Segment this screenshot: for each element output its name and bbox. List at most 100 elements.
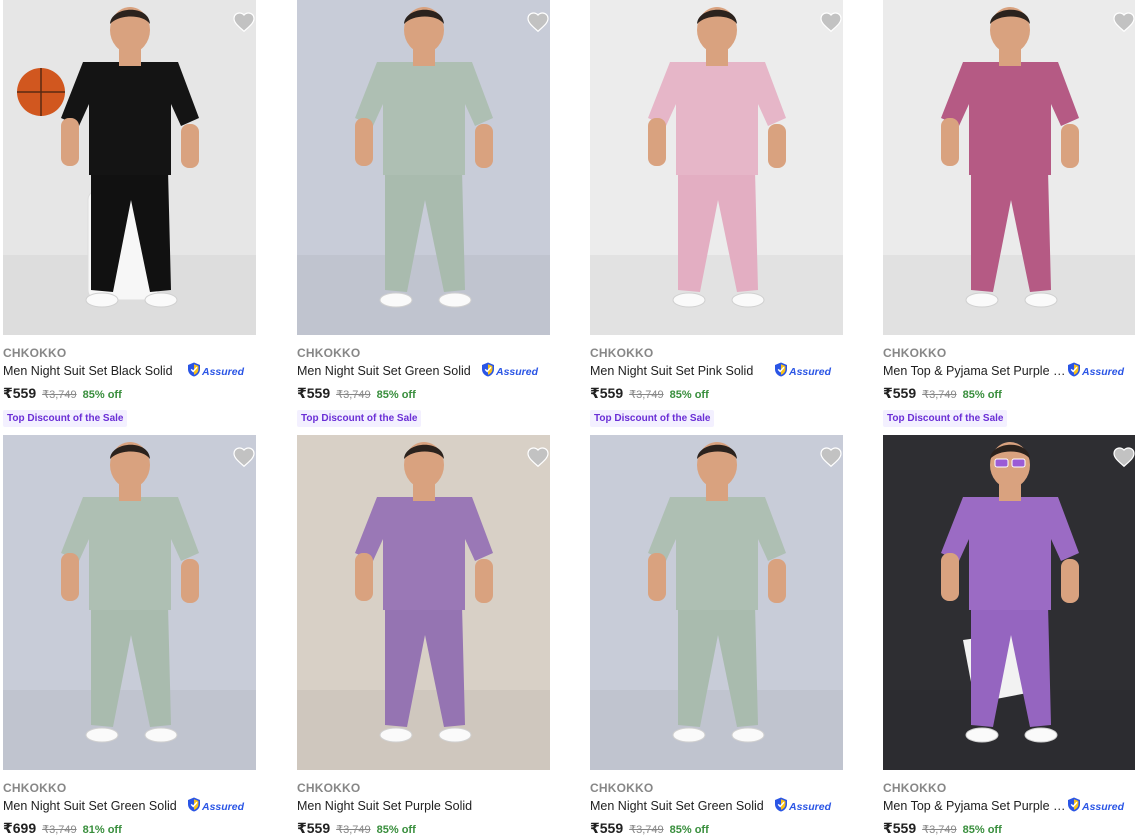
product-card[interactable]: CHKOKKO Men Night Suit Set Pink Solid Assu… <box>590 0 843 427</box>
title-row: Men Night Suit Set Green Solid Assured <box>3 797 256 817</box>
shield-icon <box>1067 797 1081 817</box>
assured-label: Assured <box>1081 800 1124 813</box>
shield-icon <box>774 362 788 382</box>
original-price: ₹3,749 <box>922 389 957 401</box>
shield-icon <box>481 362 495 382</box>
product-image[interactable] <box>297 0 550 335</box>
product-brand: CHKOKKO <box>590 346 654 360</box>
shield-icon <box>1067 362 1081 382</box>
shield-icon <box>774 797 788 817</box>
product-card[interactable]: CHKOKKO Men Top & Pyjama Set Purple So...… <box>883 0 1135 427</box>
discount-percent: 85% off <box>376 824 416 836</box>
original-price: ₹3,749 <box>922 824 957 836</box>
original-price: ₹3,749 <box>629 389 664 401</box>
shield-icon <box>187 797 201 817</box>
price-row: ₹559 ₹3,749 85% off <box>590 820 843 836</box>
discount-percent: 85% off <box>962 389 1002 401</box>
original-price: ₹3,749 <box>42 389 77 401</box>
sale-badge: Top Discount of the Sale <box>590 410 715 427</box>
discount-percent: 81% off <box>82 824 122 836</box>
wishlist-heart-icon[interactable] <box>526 445 550 469</box>
selling-price: ₹559 <box>883 820 917 836</box>
product-image[interactable] <box>3 0 256 335</box>
assured-badge: Assured <box>187 362 244 382</box>
wishlist-heart-icon[interactable] <box>819 445 843 469</box>
discount-percent: 85% off <box>962 824 1002 836</box>
discount-percent: 85% off <box>376 389 416 401</box>
discount-percent: 85% off <box>82 389 122 401</box>
product-title[interactable]: Men Top & Pyjama Set Purple So... <box>883 798 1067 815</box>
product-brand: CHKOKKO <box>297 346 361 360</box>
assured-label: Assured <box>495 365 538 378</box>
discount-percent: 85% off <box>669 824 709 836</box>
wishlist-heart-icon[interactable] <box>526 10 550 34</box>
assured-label: Assured <box>201 365 244 378</box>
product-brand: CHKOKKO <box>883 346 947 360</box>
product-card[interactable]: CHKOKKO Men Night Suit Set Green Solid Ass… <box>3 435 256 836</box>
wishlist-heart-icon[interactable] <box>232 445 256 469</box>
product-image[interactable] <box>3 435 256 770</box>
price-row: ₹559 ₹3,749 85% off <box>883 385 1135 401</box>
original-price: ₹3,749 <box>336 389 371 401</box>
assured-badge: Assured <box>481 362 538 382</box>
sale-badge: Top Discount of the Sale <box>883 410 1008 427</box>
product-title[interactable]: Men Night Suit Set Green Solid <box>3 798 177 815</box>
price-row: ₹559 ₹3,749 85% off <box>297 385 550 401</box>
selling-price: ₹559 <box>883 385 917 401</box>
product-title[interactable]: Men Night Suit Set Black Solid <box>3 363 173 380</box>
assured-badge: Assured <box>774 362 831 382</box>
sale-badge: Top Discount of the Sale <box>297 410 422 427</box>
product-brand: CHKOKKO <box>590 781 654 795</box>
product-card[interactable]: CHKOKKO Men Night Suit Set Green Solid Ass… <box>297 0 550 427</box>
wishlist-heart-icon[interactable] <box>1112 10 1135 34</box>
product-image[interactable] <box>590 435 843 770</box>
assured-badge: Assured <box>187 797 244 817</box>
product-brand: CHKOKKO <box>3 781 67 795</box>
wishlist-heart-icon[interactable] <box>819 10 843 34</box>
product-image[interactable] <box>297 435 550 770</box>
product-title[interactable]: Men Night Suit Set Purple Solid <box>297 798 472 815</box>
selling-price: ₹559 <box>297 385 331 401</box>
product-image[interactable] <box>590 0 843 335</box>
price-row: ₹559 ₹3,749 85% off <box>297 820 550 836</box>
original-price: ₹3,749 <box>336 824 371 836</box>
assured-label: Assured <box>788 365 831 378</box>
title-row: Men Night Suit Set Green Solid Assured <box>590 797 843 817</box>
product-title[interactable]: Men Night Suit Set Green Solid <box>590 798 764 815</box>
wishlist-heart-icon[interactable] <box>232 10 256 34</box>
product-image[interactable] <box>883 435 1135 770</box>
price-row: ₹559 ₹3,749 85% off <box>3 385 256 401</box>
assured-badge: Assured <box>1067 797 1124 817</box>
title-row: Men Night Suit Set Green Solid Assured <box>297 362 550 382</box>
product-brand: CHKOKKO <box>883 781 947 795</box>
wishlist-heart-icon[interactable] <box>1112 445 1135 469</box>
selling-price: ₹559 <box>590 385 624 401</box>
price-row: ₹699 ₹3,749 81% off <box>3 820 256 836</box>
assured-label: Assured <box>1081 365 1124 378</box>
product-title[interactable]: Men Top & Pyjama Set Purple So... <box>883 363 1067 380</box>
shield-icon <box>187 362 201 382</box>
selling-price: ₹559 <box>590 820 624 836</box>
product-image[interactable] <box>883 0 1135 335</box>
original-price: ₹3,749 <box>629 824 664 836</box>
product-title[interactable]: Men Night Suit Set Pink Solid <box>590 363 753 380</box>
title-row: Men Top & Pyjama Set Purple So... Assured <box>883 797 1135 817</box>
product-brand: CHKOKKO <box>3 346 67 360</box>
assured-label: Assured <box>201 800 244 813</box>
title-row: Men Night Suit Set Black Solid Assured <box>3 362 256 382</box>
discount-percent: 85% off <box>669 389 709 401</box>
product-title[interactable]: Men Night Suit Set Green Solid <box>297 363 471 380</box>
title-row: Men Top & Pyjama Set Purple So... Assured <box>883 362 1135 382</box>
product-card[interactable]: CHKOKKO Men Night Suit Set Black Solid Ass… <box>3 0 256 427</box>
original-price: ₹3,749 <box>42 824 77 836</box>
selling-price: ₹559 <box>297 820 331 836</box>
sale-badge: Top Discount of the Sale <box>3 410 128 427</box>
title-row: Men Night Suit Set Pink Solid Assured <box>590 362 843 382</box>
product-card[interactable]: CHKOKKO Men Night Suit Set Purple Solid ₹5… <box>297 435 550 836</box>
product-card[interactable]: CHKOKKO Men Top & Pyjama Set Purple So...… <box>883 435 1135 836</box>
product-card[interactable]: CHKOKKO Men Night Suit Set Green Solid Ass… <box>590 435 843 836</box>
assured-badge: Assured <box>1067 362 1124 382</box>
title-row: Men Night Suit Set Purple Solid <box>297 798 550 815</box>
assured-label: Assured <box>788 800 831 813</box>
assured-badge: Assured <box>774 797 831 817</box>
